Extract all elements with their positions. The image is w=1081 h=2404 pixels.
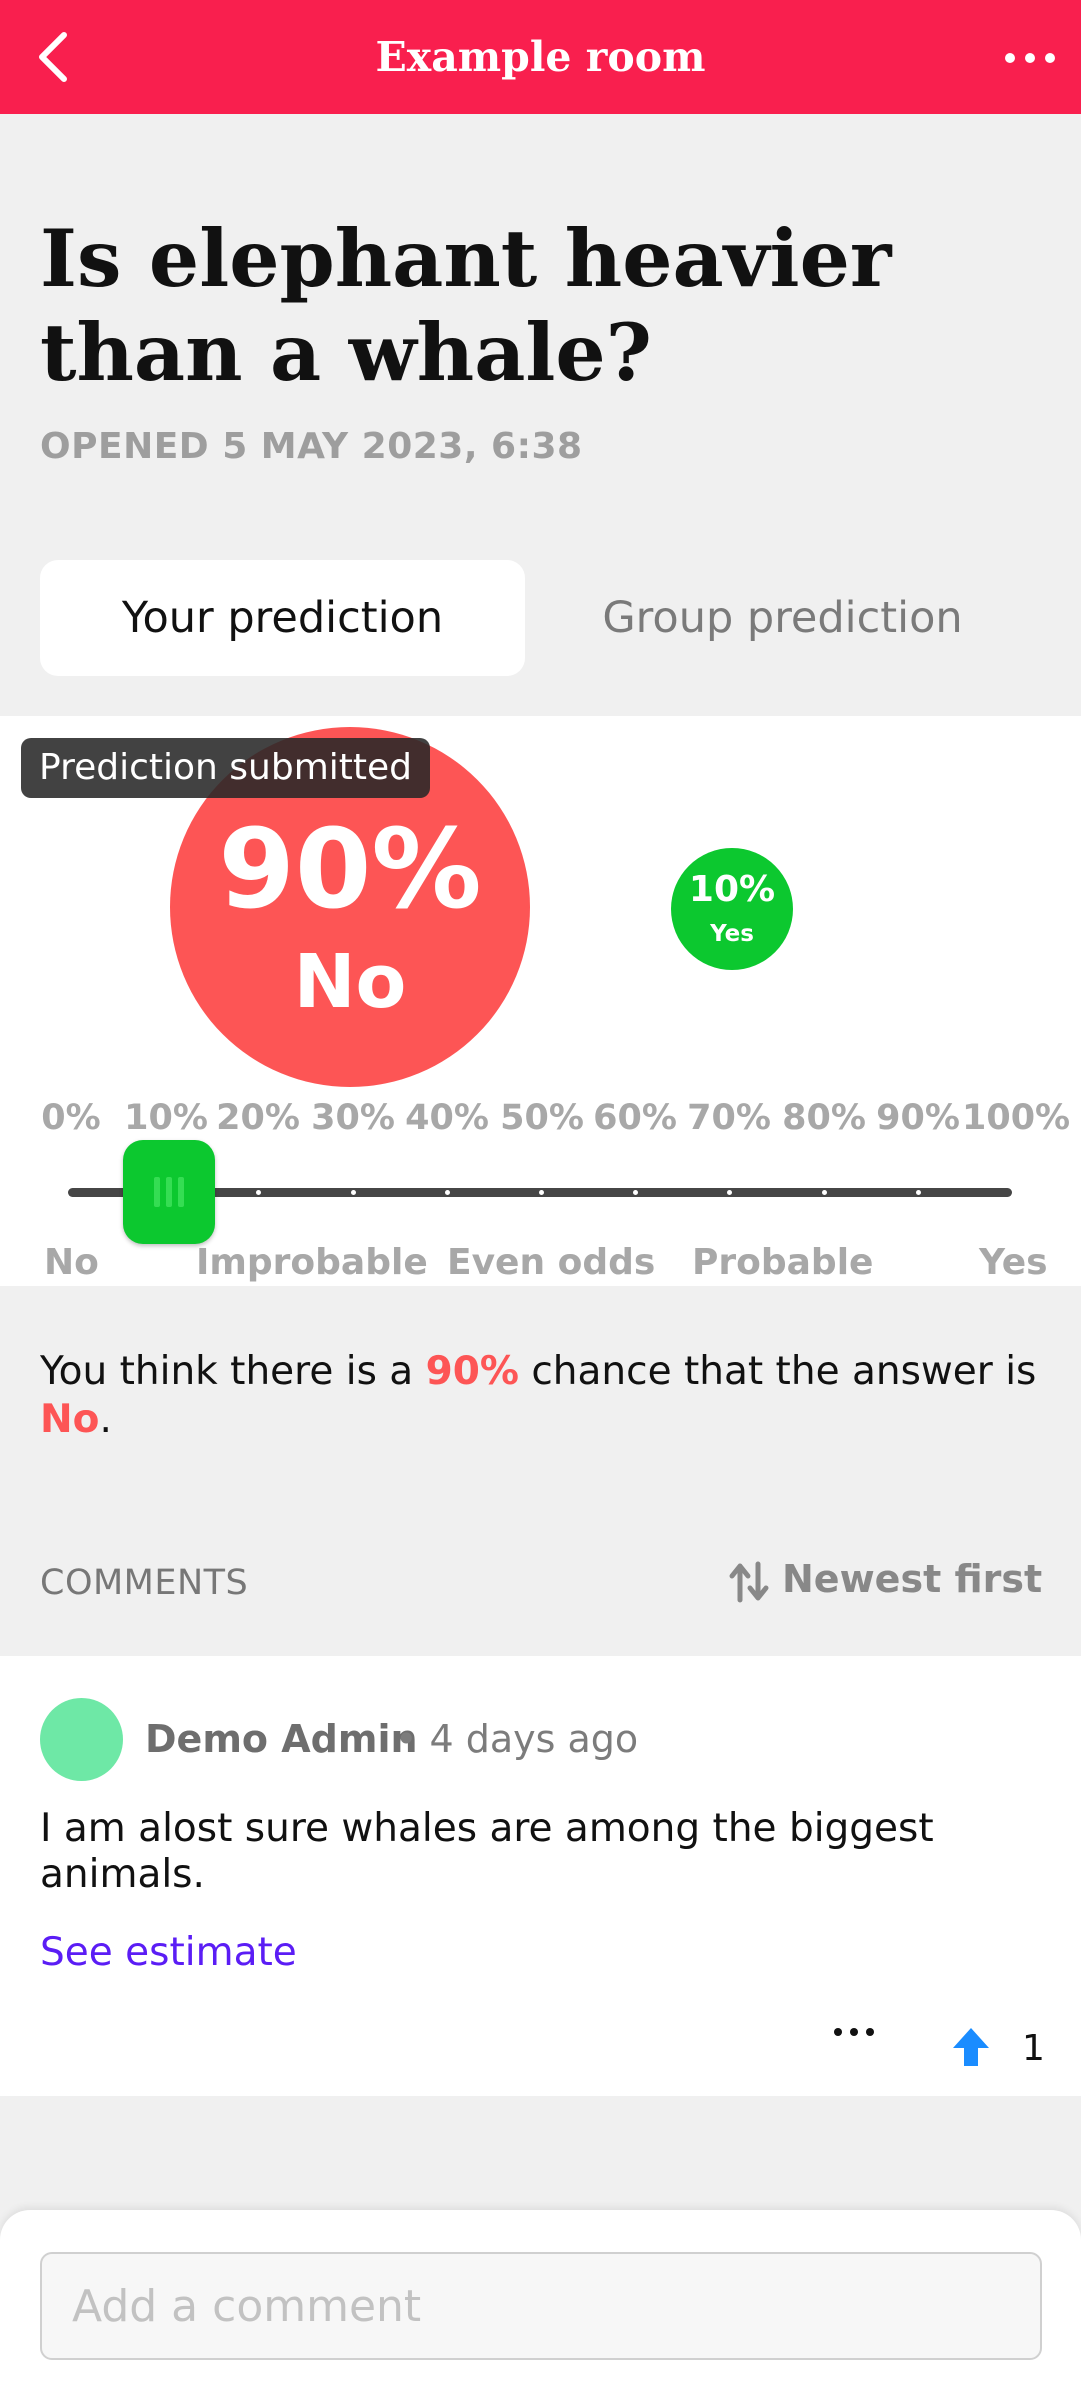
scale-label-even-odds: Even odds xyxy=(447,1242,656,1283)
tick-label: 0% xyxy=(41,1098,101,1138)
see-estimate-link[interactable]: See estimate xyxy=(40,1930,297,1975)
primary-percent: 90% xyxy=(218,805,482,933)
scale-label-improbable: Improbable xyxy=(196,1242,428,1283)
tab-your-prediction[interactable]: Your prediction xyxy=(40,560,525,676)
comment-author: Demo Admin xyxy=(145,1717,418,1761)
tick-label: 100% xyxy=(962,1098,1071,1138)
back-arrow-icon[interactable] xyxy=(34,31,74,83)
track-dot xyxy=(822,1190,827,1195)
prediction-submitted-badge: Prediction submitted xyxy=(21,738,431,798)
question-title: Is elephant heavier than a whale? xyxy=(40,212,892,399)
opened-date: OPENED 5 MAY 2023, 6:38 xyxy=(40,426,583,467)
room-title: Example room xyxy=(375,33,706,81)
scale-label-yes: Yes xyxy=(979,1242,1048,1283)
tick-label: 30% xyxy=(311,1098,395,1138)
comment-more-icon[interactable] xyxy=(830,2022,878,2042)
tick-label: 20% xyxy=(216,1098,300,1138)
add-comment-input[interactable] xyxy=(40,2252,1042,2360)
upvote-arrow-icon[interactable] xyxy=(951,2026,991,2068)
upvote-count: 1 xyxy=(1022,2028,1045,2069)
sort-icon xyxy=(729,1561,769,1602)
summary-middle: chance that the answer is xyxy=(518,1349,1037,1394)
tick-label: 90% xyxy=(876,1098,960,1138)
comment-timestamp: • 4 days ago xyxy=(395,1717,639,1761)
comment-text: I am alost sure whales are among the big… xyxy=(40,1806,934,1897)
more-options-icon[interactable] xyxy=(1000,45,1060,69)
track-dot xyxy=(539,1190,544,1195)
track-dot xyxy=(727,1190,732,1195)
tick-label: 60% xyxy=(593,1098,677,1138)
track-dot xyxy=(633,1190,638,1195)
secondary-answer: Yes xyxy=(710,921,754,947)
grip-icon xyxy=(154,1177,184,1207)
comments-heading: COMMENTS xyxy=(40,1563,249,1603)
summary-prefix: You think there is a xyxy=(40,1349,426,1394)
avatar xyxy=(40,1698,123,1781)
tab-group-prediction[interactable]: Group prediction xyxy=(540,560,1025,676)
slider-handle[interactable] xyxy=(123,1140,215,1244)
secondary-percent: 10% xyxy=(688,869,776,910)
sort-label: Newest first xyxy=(782,1557,1043,1601)
track-dot xyxy=(351,1190,356,1195)
primary-answer: No xyxy=(293,939,407,1025)
summary-percent: 90% xyxy=(425,1349,519,1394)
tick-label: 10% xyxy=(124,1098,208,1138)
tick-label: 80% xyxy=(782,1098,866,1138)
track-dot xyxy=(256,1190,261,1195)
scale-label-no: No xyxy=(44,1242,99,1283)
scale-label-probable: Probable xyxy=(692,1242,874,1283)
track-dot xyxy=(916,1190,921,1195)
sort-comments-button[interactable]: Newest first xyxy=(728,1557,1042,1611)
tick-label: 50% xyxy=(500,1098,584,1138)
tick-label: 70% xyxy=(687,1098,771,1138)
summary-suffix: . xyxy=(99,1397,112,1442)
track-dot xyxy=(445,1190,450,1195)
summary-answer: No xyxy=(40,1397,100,1442)
prediction-summary: You think there is a 90% chance that the… xyxy=(40,1348,1040,1444)
tick-label: 40% xyxy=(405,1098,489,1138)
